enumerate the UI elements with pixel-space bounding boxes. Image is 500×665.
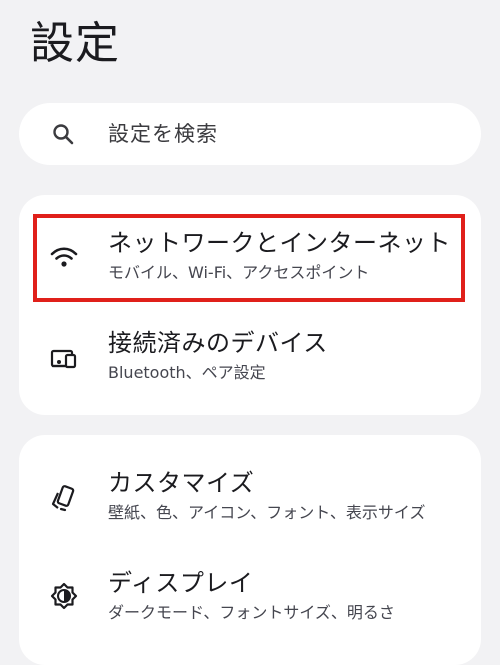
page-title: 設定 <box>30 18 120 69</box>
settings-item-subtitle: Bluetooth、ペア設定 <box>108 363 266 382</box>
highlight-box <box>33 214 465 302</box>
settings-section-personalization: カスタマイズ 壁紙、色、アイコン、フォント、表示サイズ ディスプレイ ダークモー… <box>19 435 481 665</box>
settings-item-connected-devices[interactable]: 接続済みのデバイス Bluetooth、ペア設定 <box>19 313 481 413</box>
connected-devices-icon <box>49 343 79 373</box>
customize-icon <box>49 483 79 513</box>
search-bar[interactable]: 設定を検索 <box>19 103 481 165</box>
settings-item-title: 接続済みのデバイス <box>108 329 328 357</box>
settings-item-title: ディスプレイ <box>108 569 254 597</box>
settings-item-display[interactable]: ディスプレイ ダークモード、フォントサイズ、明るさ <box>19 553 481 653</box>
settings-item-subtitle: 壁紙、色、アイコン、フォント、表示サイズ <box>108 503 426 522</box>
settings-item-subtitle: ダークモード、フォントサイズ、明るさ <box>108 603 395 622</box>
display-icon <box>49 581 79 611</box>
search-icon <box>52 123 74 145</box>
settings-item-title: カスタマイズ <box>108 469 255 497</box>
settings-item-customize[interactable]: カスタマイズ 壁紙、色、アイコン、フォント、表示サイズ <box>19 453 481 553</box>
search-placeholder: 設定を検索 <box>108 122 218 146</box>
